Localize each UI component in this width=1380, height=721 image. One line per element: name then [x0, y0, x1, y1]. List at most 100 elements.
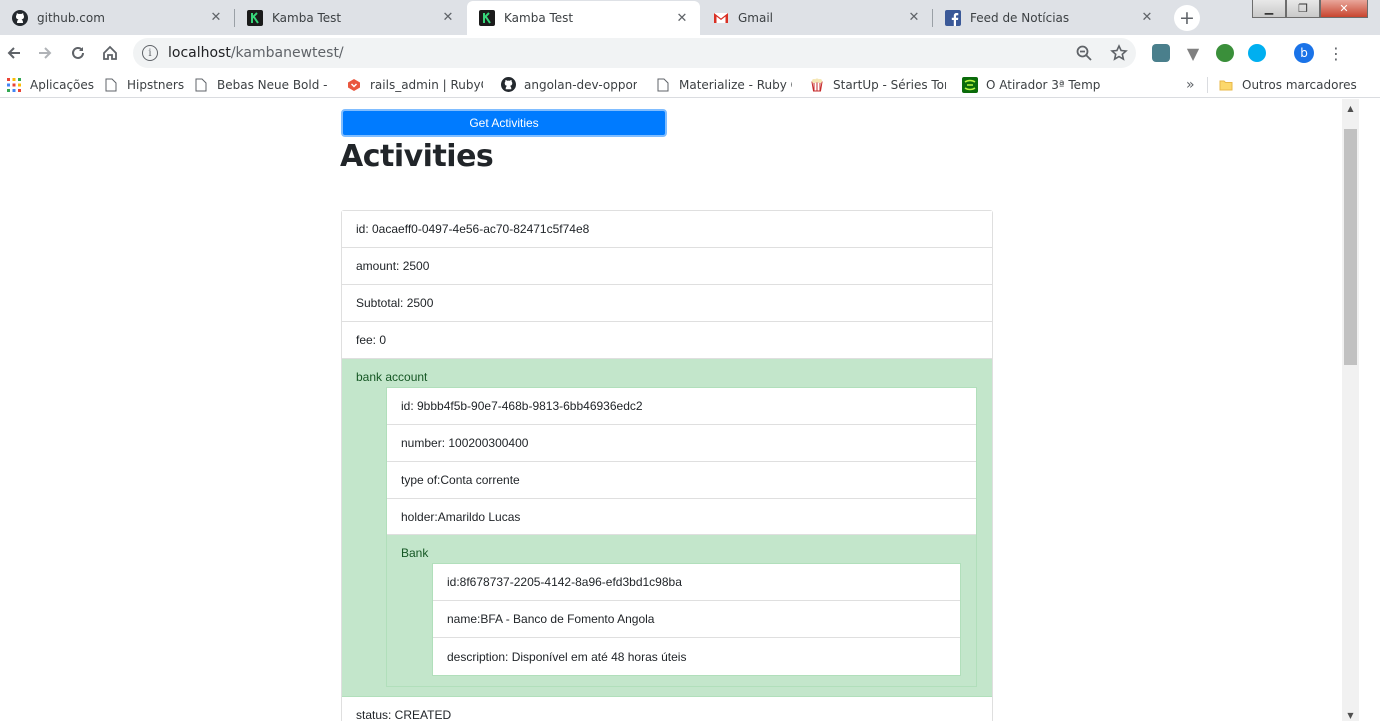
browser-tab-strip: github.com ✕ Kamba Test ✕ Kamba Test ✕ G…	[0, 0, 1380, 35]
zoom-button[interactable]	[1072, 41, 1096, 65]
page-content: Get Activities Activities id: 0acaeff0-0…	[0, 99, 1342, 721]
bank-account-title: bank account	[356, 370, 428, 384]
close-window-button[interactable]: ✕	[1320, 0, 1368, 18]
extension-globe-icon[interactable]	[1216, 44, 1234, 62]
avatar: b	[1294, 43, 1314, 63]
bookmark-hipstners[interactable]: Hipstners	[103, 76, 188, 93]
bank-title: Bank	[401, 546, 429, 560]
bookmarks-divider	[1207, 77, 1208, 93]
tab-kamba-test-active[interactable]: Kamba Test ✕	[467, 1, 700, 35]
bookmark-startup[interactable]: StartUp - Séries Torre	[809, 76, 946, 93]
address-bar[interactable]: i localhost/kambanewtest/	[133, 38, 1136, 68]
more-bookmarks-button[interactable]: »	[1186, 76, 1200, 93]
facebook-icon	[945, 9, 961, 26]
page-icon	[193, 77, 209, 93]
bookmark-o-atirador[interactable]: O Atirador 3ª Tempo	[962, 76, 1100, 93]
activity-fee: fee: 0	[342, 322, 992, 359]
bank-account-section: bank account id: 9bbb4f5b-90e7-468b-9813…	[342, 359, 992, 697]
folder-icon	[1218, 77, 1234, 93]
browser-toolbar: i localhost/kambanewtest/ ▼ b ⋮	[0, 35, 1380, 71]
tab-title: github.com	[37, 10, 105, 25]
gmail-icon	[713, 10, 729, 26]
skype-icon[interactable]	[1248, 44, 1266, 62]
bank-name: name:BFA - Banco de Fomento Angola	[433, 601, 960, 638]
new-tab-button[interactable]: +	[1174, 5, 1200, 31]
home-button[interactable]	[98, 41, 122, 65]
restore-button[interactable]: ❐	[1286, 0, 1320, 18]
bookmark-label: O Atirador 3ª Tempo	[986, 77, 1100, 92]
kamba-icon	[479, 10, 495, 26]
bank-list: id:8f678737-2205-4142-8a96-efd3bd1c98ba …	[432, 563, 961, 676]
bank-account-list: id: 9bbb4f5b-90e7-468b-9813-6bb46936edc2…	[386, 387, 977, 687]
plus-icon: +	[1179, 7, 1195, 29]
bookmark-label: StartUp - Séries Torre	[833, 77, 946, 92]
url-host: localhost	[168, 45, 231, 61]
forward-button[interactable]	[33, 41, 57, 65]
github-icon	[500, 77, 516, 93]
close-icon[interactable]: ✕	[440, 10, 456, 26]
bookmark-materialize[interactable]: Materialize - Ruby O	[655, 76, 792, 93]
activity-subtotal: Subtotal: 2500	[342, 285, 992, 322]
apps-grid-icon	[6, 77, 22, 93]
bookmark-label: Materialize - Ruby O	[679, 77, 792, 92]
arrow-right-icon	[39, 47, 52, 59]
bank-account-type: type of:Conta corrente	[387, 462, 976, 499]
tab-facebook[interactable]: Feed de Notícias ✕	[933, 2, 1165, 33]
close-icon: ✕	[1339, 2, 1349, 15]
extension-c-icon[interactable]	[1152, 44, 1170, 62]
close-icon[interactable]: ✕	[1139, 10, 1155, 26]
scrollbar-thumb[interactable]	[1344, 129, 1357, 365]
tab-title: Gmail	[738, 10, 774, 25]
bookmark-apps[interactable]: Aplicações	[6, 76, 106, 93]
bookmark-label: Hipstners	[127, 77, 185, 92]
tab-title: Feed de Notícias	[970, 10, 1070, 25]
kamba-icon	[247, 9, 263, 26]
zoom-icon	[1076, 45, 1092, 61]
bookmark-label: Aplicações	[30, 77, 95, 92]
get-activities-button[interactable]: Get Activities	[341, 109, 667, 137]
bank-id: id:8f678737-2205-4142-8a96-efd3bd1c98ba	[433, 564, 960, 601]
activity-amount: amount: 2500	[342, 248, 992, 285]
vue-devtools-icon: ▼	[1186, 43, 1200, 63]
reload-button[interactable]	[66, 41, 90, 65]
bookmark-rails-admin[interactable]: rails_admin | RubyGe	[346, 76, 483, 93]
bookmark-label: Outros marcadores	[1242, 77, 1357, 92]
bank-account-number: number: 100200300400	[387, 425, 976, 462]
bookmark-angolan-dev[interactable]: angolan-dev-opportu	[500, 76, 637, 93]
window-controls: ▁ ❐ ✕	[1252, 0, 1368, 18]
page-title: Activities	[340, 139, 494, 174]
bank-description: description: Disponível em até 48 horas …	[447, 649, 687, 664]
info-icon[interactable]: i	[142, 45, 158, 61]
menu-button[interactable]: ⋮	[1324, 41, 1348, 65]
vertical-scrollbar[interactable]: ▲ ▼	[1342, 99, 1359, 721]
more-vertical-icon: ⋮	[1328, 43, 1344, 63]
scroll-up-arrow-icon[interactable]: ▲	[1342, 102, 1359, 114]
chevron-double-right-icon: »	[1186, 76, 1195, 93]
series-icon	[962, 76, 978, 93]
extension-v-button[interactable]: ▼	[1181, 41, 1205, 65]
bookmark-bebas-neue[interactable]: Bebas Neue Bold - Fo	[193, 76, 330, 93]
profile-button[interactable]: b	[1292, 41, 1316, 65]
star-icon	[1110, 44, 1128, 61]
close-icon[interactable]: ✕	[906, 10, 922, 26]
url-path: /kambanewtest/	[230, 45, 344, 61]
tab-github[interactable]: github.com ✕	[0, 2, 234, 33]
window-edge	[1359, 99, 1380, 721]
popcorn-icon	[809, 77, 825, 93]
tab-kamba-test[interactable]: Kamba Test ✕	[235, 2, 466, 33]
scroll-down-arrow-icon[interactable]: ▼	[1342, 709, 1359, 721]
github-icon	[12, 9, 28, 26]
bookmark-label: Bebas Neue Bold - Fo	[217, 77, 330, 92]
close-icon[interactable]: ✕	[208, 10, 224, 26]
bookmark-star-button[interactable]	[1107, 41, 1131, 65]
page-icon	[103, 77, 119, 93]
bookmark-label: rails_admin | RubyGe	[370, 77, 483, 92]
minimize-button[interactable]: ▁	[1252, 0, 1286, 18]
tab-gmail[interactable]: Gmail ✕	[701, 2, 932, 33]
close-icon[interactable]: ✕	[674, 10, 690, 26]
bank-account-holder: holder:Amarildo Lucas	[387, 499, 976, 535]
bookmarks-bar: Aplicações Hipstners Bebas Neue Bold - F…	[0, 71, 1380, 98]
bookmark-other[interactable]: Outros marcadores	[1218, 76, 1358, 93]
tab-title: Kamba Test	[272, 10, 342, 25]
back-button[interactable]	[2, 41, 26, 65]
